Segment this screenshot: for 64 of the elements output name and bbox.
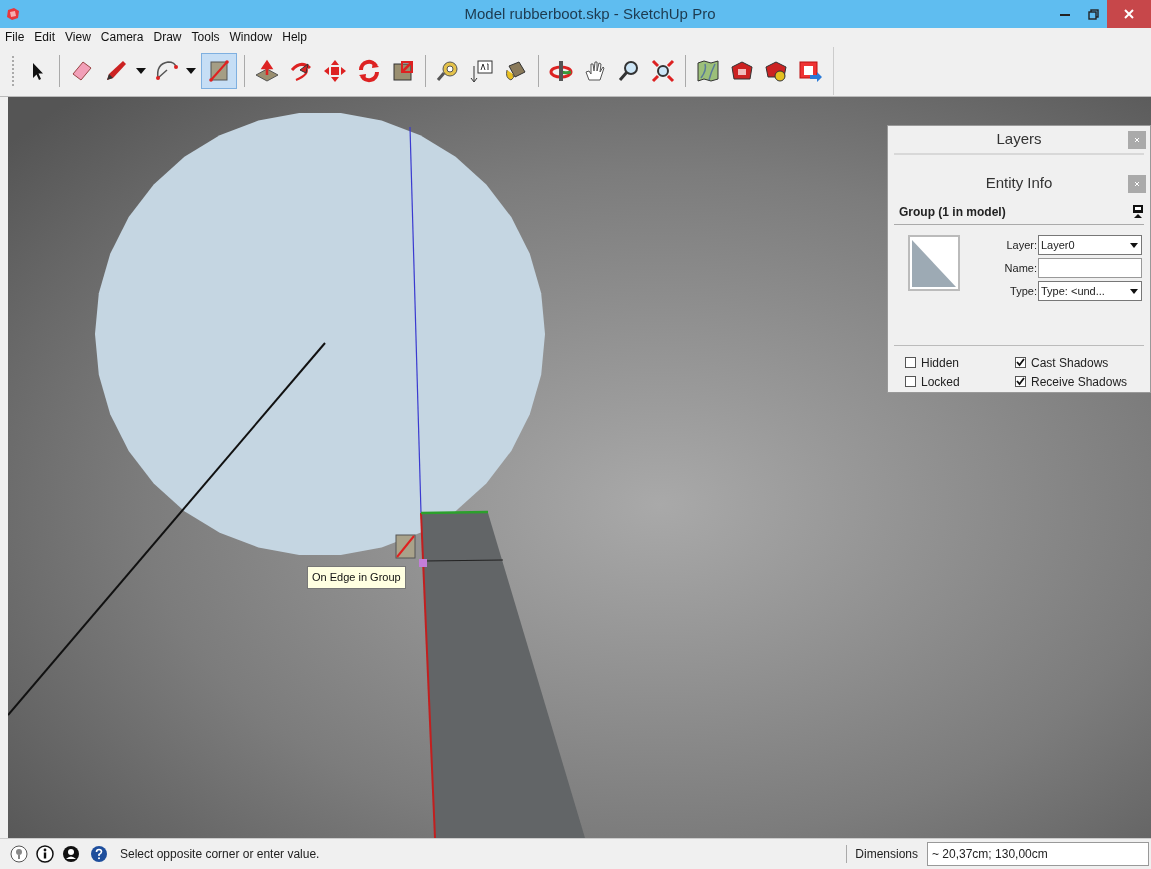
- panel-title[interactable]: Entity Info: [985, 172, 1053, 195]
- rectangle-icon: [206, 58, 232, 84]
- checkbox-option[interactable]: Cast Shadows: [1015, 354, 1144, 371]
- checkbox[interactable]: [1015, 357, 1026, 368]
- close-button[interactable]: [1107, 0, 1151, 28]
- checkbox-option[interactable]: Hidden: [905, 354, 1015, 371]
- zoom-extents-icon: [650, 58, 676, 84]
- field-label: Layer:: [1006, 237, 1037, 253]
- measurements-field[interactable]: ~ 20,37cm; 130,00cm: [927, 842, 1149, 866]
- pan-hand-icon: [582, 58, 608, 84]
- minimize-icon: [1060, 12, 1070, 16]
- map-icon: [695, 58, 721, 84]
- tooltip: On Edge in Group: [307, 566, 406, 589]
- rectangle-cursor-icon: [395, 534, 416, 559]
- model-viewport[interactable]: [8, 97, 1151, 838]
- menu-item[interactable]: Edit: [34, 28, 56, 46]
- caret-icon: [186, 68, 196, 74]
- checkbox-option[interactable]: Locked: [905, 373, 1015, 390]
- menu-item[interactable]: Draw: [153, 28, 182, 46]
- orbit-icon: [548, 58, 574, 84]
- move-icon: [322, 58, 348, 84]
- rectangle-tool-button[interactable]: [201, 53, 237, 89]
- close-icon: [1134, 136, 1140, 143]
- scale-icon: [390, 58, 416, 84]
- app-logo-icon: [6, 7, 20, 21]
- menu-item[interactable]: Camera: [100, 28, 144, 46]
- entity-heading: Group (1 in model): [899, 204, 1006, 221]
- checkbox[interactable]: [1015, 376, 1026, 387]
- text-icon: [469, 58, 495, 84]
- entity-preview: [908, 235, 960, 291]
- caret-icon: [136, 68, 146, 74]
- restore-icon: [1087, 8, 1099, 20]
- measurements-label: Dimensions: [846, 845, 918, 863]
- menu-item[interactable]: View: [65, 28, 91, 46]
- menu-item[interactable]: File: [5, 28, 25, 46]
- close-icon: [1134, 180, 1140, 187]
- window-title: Model rubberboot.skp - SketchUp Pro: [463, 3, 717, 24]
- menu-item[interactable]: Window: [229, 28, 273, 46]
- collapse-icon[interactable]: [1133, 205, 1143, 219]
- menu-item[interactable]: Tools: [191, 28, 220, 46]
- caret-icon: [1130, 288, 1138, 294]
- dropdown-field[interactable]: Layer0: [1038, 235, 1142, 255]
- user-icon[interactable]: [62, 845, 80, 863]
- checkbox[interactable]: [905, 357, 916, 368]
- name-field[interactable]: [1038, 258, 1142, 278]
- tape-measure-icon: [435, 58, 461, 84]
- geo-location-icon[interactable]: [10, 845, 28, 863]
- dropdown-field[interactable]: Type: <und...: [1038, 281, 1142, 301]
- checkbox-option[interactable]: Receive Shadows: [1015, 373, 1144, 390]
- status-message: Select opposite corner or enter value.: [120, 846, 320, 863]
- inference-point: [419, 559, 427, 567]
- dropdown-value: Type: <und...: [1041, 283, 1106, 299]
- close-icon: [1124, 9, 1134, 19]
- info-icon[interactable]: [36, 845, 54, 863]
- panel-title[interactable]: Layers: [996, 128, 1042, 151]
- field-label: Name:: [1004, 260, 1037, 276]
- checkbox[interactable]: [905, 376, 916, 387]
- field-label: Type:: [1010, 283, 1037, 299]
- dropdown-value: Layer0: [1041, 237, 1076, 253]
- caret-icon: [1130, 242, 1138, 248]
- push-pull-icon: [254, 58, 280, 84]
- help-icon[interactable]: [90, 845, 108, 863]
- rotate-icon: [356, 58, 382, 84]
- menu-item[interactable]: Help: [282, 28, 307, 46]
